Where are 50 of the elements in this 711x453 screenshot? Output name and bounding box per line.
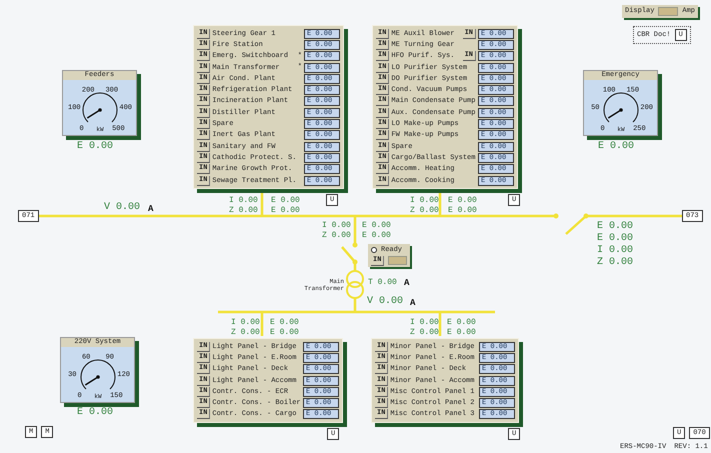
reading-text: I 0.00: [231, 318, 260, 328]
reading-text: I 0.00: [410, 318, 439, 328]
reading-text: I 0.00: [229, 196, 258, 206]
dial-arc: [604, 92, 638, 123]
feeder-line: [438, 313, 442, 336]
reading-text: E 0.00: [270, 318, 299, 328]
reading-text: Z 0.00: [410, 328, 439, 338]
reading-text: Z 0.00: [410, 206, 439, 216]
reading-text: Z 0.00: [322, 231, 351, 241]
gauge-reading: E 0.00: [77, 407, 114, 419]
reading-text: E 0.00: [597, 221, 634, 233]
reading-text: I 0.00: [597, 245, 634, 257]
reading-text: Z 0.00: [229, 206, 258, 216]
reading-text: E 0.00: [270, 328, 299, 338]
toggle-slot: [658, 6, 678, 16]
voltage-reading: V 0.00: [367, 296, 404, 308]
transformer-icon: [346, 262, 364, 311]
unit-label: A: [410, 297, 416, 310]
feeder-line: [260, 190, 264, 215]
gauge-reading: E 0.00: [598, 141, 634, 153]
gauge-needle: [84, 375, 100, 386]
gauge-reading: E 0.00: [77, 141, 114, 153]
dial-arc: [82, 92, 118, 123]
feeder-line: [354, 217, 356, 244]
reading-text: E 0.00: [362, 231, 391, 241]
reading-text: E 0.00: [448, 196, 477, 206]
reading-text: I 0.00: [322, 221, 351, 231]
reading-text: E 0.00: [597, 233, 634, 245]
gauge-needle: [608, 108, 623, 119]
feeder-line: [260, 313, 264, 336]
reading-text: E 0.00: [362, 221, 391, 231]
feeder-line: [438, 190, 442, 215]
breaker-switch-drawing: [554, 214, 588, 235]
reading-text: E 0.00: [271, 196, 300, 206]
toggle-slot: [388, 256, 407, 265]
reading-text: E 0.00: [447, 328, 476, 338]
gauge-needle: [86, 108, 102, 119]
voltage-reading: V 0.00: [104, 202, 140, 214]
reading-text: E 0.00: [271, 206, 300, 216]
dial-arc: [80, 360, 116, 390]
reading-text: E 0.00: [447, 318, 476, 328]
current-reading: T 0.00: [368, 278, 397, 288]
reading-text: E 0.00: [448, 206, 477, 216]
unit-label: A: [404, 277, 410, 290]
unit-label: A: [148, 203, 154, 216]
radio-icon: [371, 247, 377, 254]
reading-text: Z 0.00: [597, 257, 634, 269]
reading-text: Z 0.00: [231, 328, 260, 338]
breaker-switch-drawing: [341, 242, 358, 264]
reading-text: I 0.00: [410, 196, 439, 206]
